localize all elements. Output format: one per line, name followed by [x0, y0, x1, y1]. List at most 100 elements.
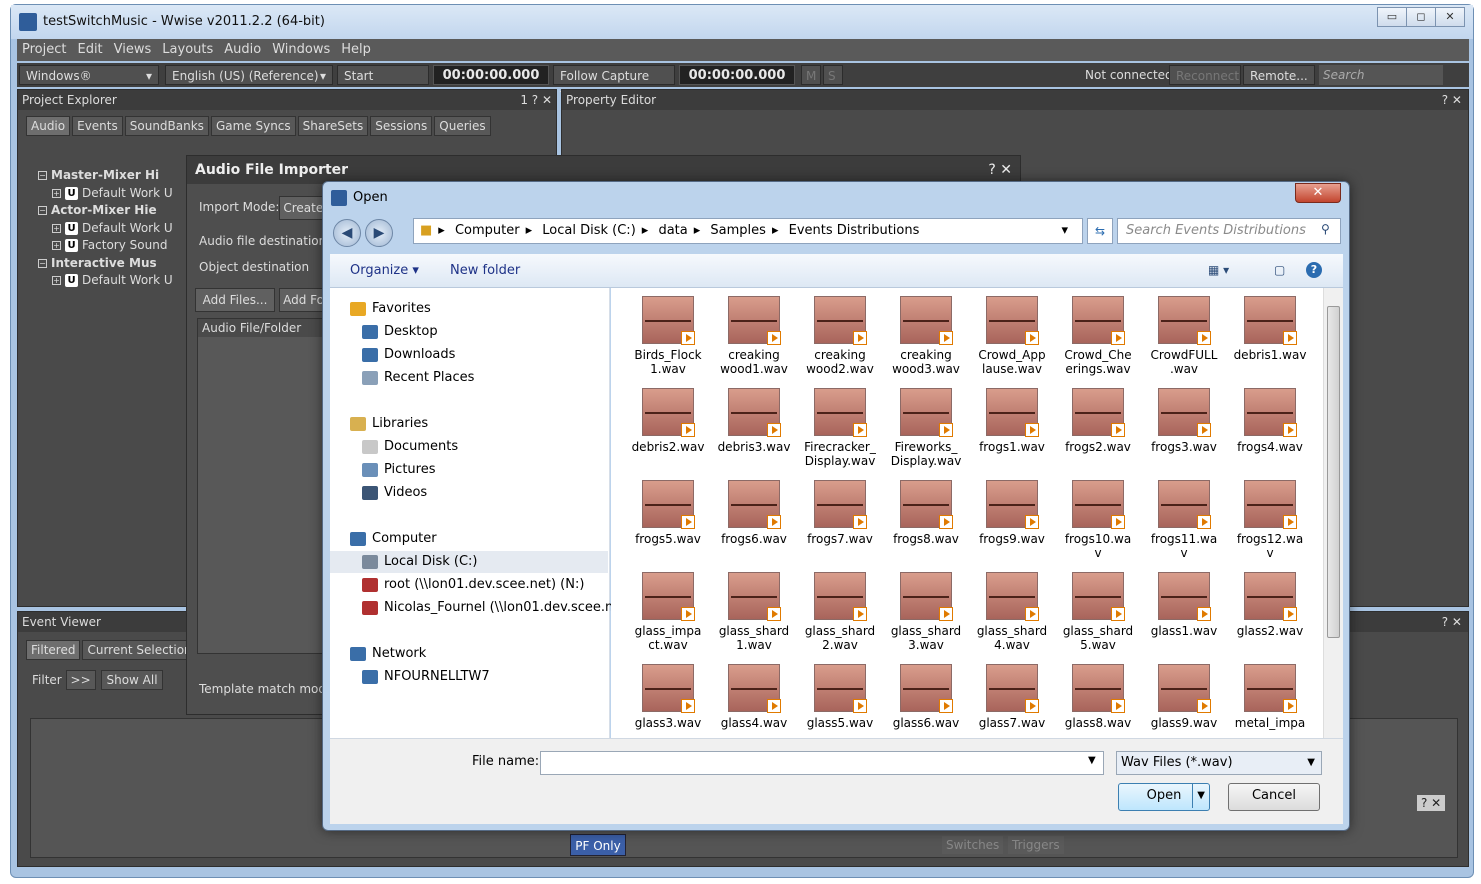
file-item[interactable]: glass1.wav — [1141, 572, 1227, 664]
file-item[interactable]: frogs6.wav — [711, 480, 797, 572]
reconnect-button[interactable]: Reconnect — [1169, 65, 1241, 85]
tab-current-selection[interactable]: Current Selection — [82, 640, 197, 660]
nav-item[interactable]: Documents — [330, 436, 458, 458]
switches-tab[interactable]: Switches — [942, 836, 1004, 854]
file-type-dropdown[interactable]: Wav Files (*.wav) ▼ — [1116, 751, 1322, 775]
follow-capture-button[interactable]: Follow Capture Time — [553, 65, 675, 103]
collapse-icon[interactable]: − — [38, 206, 47, 215]
file-item[interactable]: frogs4.wav — [1227, 388, 1313, 480]
menu-windows[interactable]: Windows — [267, 39, 336, 57]
tree-node[interactable]: + U Default Work U — [38, 221, 188, 239]
collapse-icon[interactable]: − — [38, 258, 47, 268]
start-capture-button[interactable]: Start Capture — [337, 65, 429, 103]
lower-panel-controls[interactable]: ? ✕ — [1416, 794, 1447, 812]
file-item[interactable]: Birds_Flock 1.wav — [625, 296, 711, 388]
organize-menu[interactable]: Organize ▾ — [350, 263, 419, 278]
file-item[interactable]: creaking wood2.wav — [797, 296, 883, 388]
pf-only-button[interactable]: PF Only — [570, 834, 626, 856]
file-item[interactable]: debris2.wav — [625, 388, 711, 480]
file-item[interactable]: Fireworks_ Display.wav — [883, 388, 969, 480]
back-arrow-icon[interactable]: ◀ — [333, 219, 361, 247]
scrollbar-thumb[interactable] — [1327, 306, 1340, 638]
tab-sharesets[interactable]: ShareSets — [297, 116, 369, 136]
file-item[interactable]: frogs5.wav — [625, 480, 711, 572]
nav-item[interactable]: Videos — [330, 482, 427, 504]
tab-filtered[interactable]: Filtered — [26, 640, 81, 660]
tab-soundbanks[interactable]: SoundBanks — [124, 116, 209, 136]
tree-node[interactable]: + U Factory Sound — [38, 238, 188, 256]
open-button[interactable]: Open ▼ — [1118, 783, 1210, 811]
nav-item[interactable]: Recent Places — [330, 367, 474, 389]
breadcrumb-data[interactable]: data — [658, 223, 687, 238]
breadcrumb-local-disk[interactable]: Local Disk (C:) — [542, 223, 635, 238]
show-all-button[interactable]: Show All — [101, 670, 163, 690]
panel-controls[interactable]: 1 ? ✕ — [520, 90, 556, 110]
file-item[interactable]: debris1.wav — [1227, 296, 1313, 388]
file-item[interactable]: glass2.wav — [1227, 572, 1313, 664]
menu-edit[interactable]: Edit — [72, 39, 108, 57]
file-item[interactable]: Firecracker_ Display.wav — [797, 388, 883, 480]
new-folder-button[interactable]: New folder — [450, 263, 520, 278]
nav-item[interactable]: Nicolas_Fournel (\\lon01.dev.scee.net\ — [330, 597, 631, 619]
collapse-icon[interactable]: − — [38, 171, 47, 180]
expand-icon[interactable]: + — [52, 223, 61, 233]
minimize-button[interactable]: ▭ — [1377, 7, 1407, 27]
tree-node[interactable]: − Master-Mixer Hi — [38, 168, 188, 186]
add-files-button[interactable]: Add Files... — [195, 288, 275, 312]
breadcrumb-events-distributions[interactable]: Events Distributions — [789, 223, 920, 238]
importer-controls[interactable]: ? ✕ — [988, 156, 1020, 184]
nav-item[interactable]: Network — [330, 643, 426, 665]
vertical-scrollbar[interactable] — [1323, 288, 1343, 738]
tab-events[interactable]: Events — [72, 116, 123, 136]
file-item[interactable]: glass_shard 3.wav — [883, 572, 969, 664]
menu-audio[interactable]: Audio — [219, 39, 267, 57]
preview-pane-icon[interactable]: ▢ — [1274, 263, 1285, 277]
file-item[interactable]: Crowd_App lause.wav — [969, 296, 1055, 388]
file-item[interactable]: frogs9.wav — [969, 480, 1055, 572]
nav-item[interactable]: Favorites — [330, 298, 431, 320]
file-item[interactable]: glass_shard 2.wav — [797, 572, 883, 664]
tab-sessions[interactable]: Sessions — [370, 116, 433, 136]
address-bar[interactable]: ■ ▸ Computer ▸ Local Disk (C:) ▸ data ▸ Samp… — [413, 218, 1083, 244]
file-item[interactable]: frogs11.wa v — [1141, 480, 1227, 572]
file-item[interactable]: creaking wood1.wav — [711, 296, 797, 388]
menu-layouts[interactable]: Layouts — [157, 39, 219, 57]
chevron-down-icon[interactable]: ▼ — [1192, 784, 1205, 808]
expand-icon[interactable]: + — [52, 276, 61, 285]
search-input[interactable]: Search — [1319, 65, 1443, 85]
cancel-button[interactable]: Cancel — [1228, 783, 1320, 811]
mute-button[interactable]: M — [801, 65, 821, 85]
close-button[interactable]: ✕ — [1435, 7, 1465, 27]
file-item[interactable]: frogs7.wav — [797, 480, 883, 572]
menu-project[interactable]: Project — [17, 39, 72, 57]
nav-item[interactable]: Libraries — [330, 413, 428, 435]
file-item[interactable]: glass_shard 1.wav — [711, 572, 797, 664]
maximize-button[interactable]: ◻ — [1406, 7, 1436, 27]
file-item[interactable]: glass_shard 5.wav — [1055, 572, 1141, 664]
breadcrumb-samples[interactable]: Samples — [710, 223, 766, 238]
tree-node[interactable]: − Actor-Mixer Hie — [38, 203, 188, 221]
file-item[interactable]: glass_impa ct.wav — [625, 572, 711, 664]
nav-item[interactable]: root (\\lon01.dev.scee.net) (N:) — [330, 574, 584, 596]
panel-controls[interactable]: ? ✕ — [1442, 90, 1468, 110]
expand-icon[interactable]: + — [52, 241, 61, 250]
triggers-tab[interactable]: Triggers — [1008, 836, 1064, 854]
file-name-input[interactable] — [540, 751, 1104, 775]
tab-queries[interactable]: Queries — [434, 116, 491, 136]
nav-item[interactable]: Computer — [330, 528, 437, 550]
tree-node[interactable]: − Interactive Mus — [38, 256, 188, 274]
nav-item[interactable]: Local Disk (C:) — [330, 551, 608, 573]
forward-arrow-icon[interactable]: ▶ — [365, 219, 393, 247]
file-item[interactable]: frogs8.wav — [883, 480, 969, 572]
dialog-close-button[interactable]: ✕ — [1295, 183, 1341, 203]
remote-button[interactable]: Remote... — [1243, 65, 1315, 85]
panel-controls[interactable]: ? ✕ — [1442, 612, 1468, 632]
tab-game-syncs[interactable]: Game Syncs — [210, 116, 296, 136]
file-item[interactable]: frogs10.wa v — [1055, 480, 1141, 572]
address-dropdown-icon[interactable]: ▾ — [1061, 219, 1068, 243]
language-dropdown[interactable]: English (US) (Reference) ▾ — [165, 65, 333, 85]
nav-item[interactable]: Downloads — [330, 344, 455, 366]
nav-item[interactable]: NFOURNELLTW7 — [330, 666, 490, 688]
solo-button[interactable]: S — [823, 65, 843, 85]
tree-node[interactable]: + U Default Work U — [38, 273, 188, 291]
